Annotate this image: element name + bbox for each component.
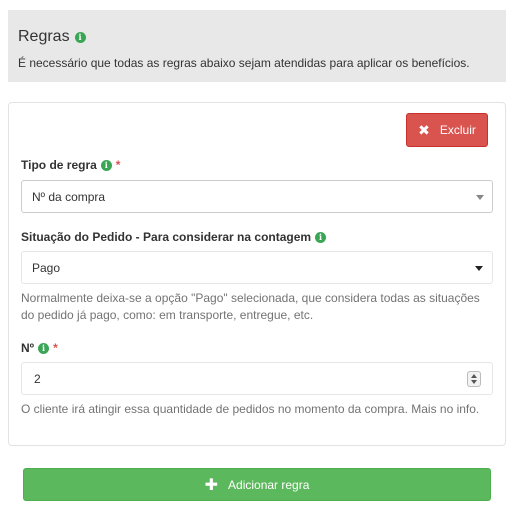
rule-type-select[interactable]: Nº da compra	[21, 180, 493, 213]
order-number-label-text: Nº	[21, 341, 35, 355]
order-status-label: Situação do Pedido - Para considerar na …	[21, 230, 327, 244]
stepper-up-icon[interactable]	[471, 374, 477, 378]
order-status-select[interactable]: Pago	[21, 251, 493, 284]
required-mark: *	[53, 341, 58, 355]
order-number-help: O cliente irá atingir essa quantidade de…	[21, 402, 480, 416]
order-number-value: 2	[34, 371, 41, 386]
stepper-down-icon[interactable]	[471, 380, 477, 384]
page-title: Regras	[18, 28, 70, 45]
order-number-input[interactable]: 2	[21, 362, 493, 395]
info-icon[interactable]: i	[100, 159, 112, 171]
rule-type-label: Tipo de regra i *	[21, 158, 120, 172]
info-icon[interactable]: i	[74, 31, 86, 43]
add-rule-label: Adicionar regra	[228, 477, 310, 492]
order-status-help: Normalmente deixa-se a opção "Pago" sele…	[21, 291, 480, 322]
info-icon[interactable]: i	[38, 342, 50, 354]
rule-card: ✖ Excluir Tipo de regra i * Nº da compra…	[8, 102, 506, 446]
required-mark: *	[115, 158, 121, 172]
close-icon: ✖	[418, 121, 430, 138]
info-icon[interactable]: i	[315, 231, 327, 243]
header-title-row: Regras i	[18, 28, 496, 46]
rules-header: Regras i É necessário que todas as regra…	[8, 10, 506, 82]
rule-type-label-text: Tipo de regra	[21, 158, 97, 172]
header-description: É necessário que todas as regras abaixo …	[18, 56, 470, 70]
add-rule-button[interactable]: ✚ Adicionar regra	[23, 468, 491, 501]
order-number-label: Nº i *	[21, 341, 58, 355]
number-stepper[interactable]	[467, 371, 481, 387]
rule-type-selected: Nº da compra	[32, 189, 106, 204]
order-status-label-text: Situação do Pedido - Para considerar na …	[21, 230, 312, 244]
order-status-selected: Pago	[32, 260, 61, 275]
delete-rule-label: Excluir	[439, 123, 476, 137]
chevron-down-icon	[476, 195, 484, 200]
plus-icon: ✚	[204, 476, 219, 494]
delete-rule-button[interactable]: ✖ Excluir	[406, 113, 488, 147]
chevron-down-icon	[475, 266, 483, 271]
